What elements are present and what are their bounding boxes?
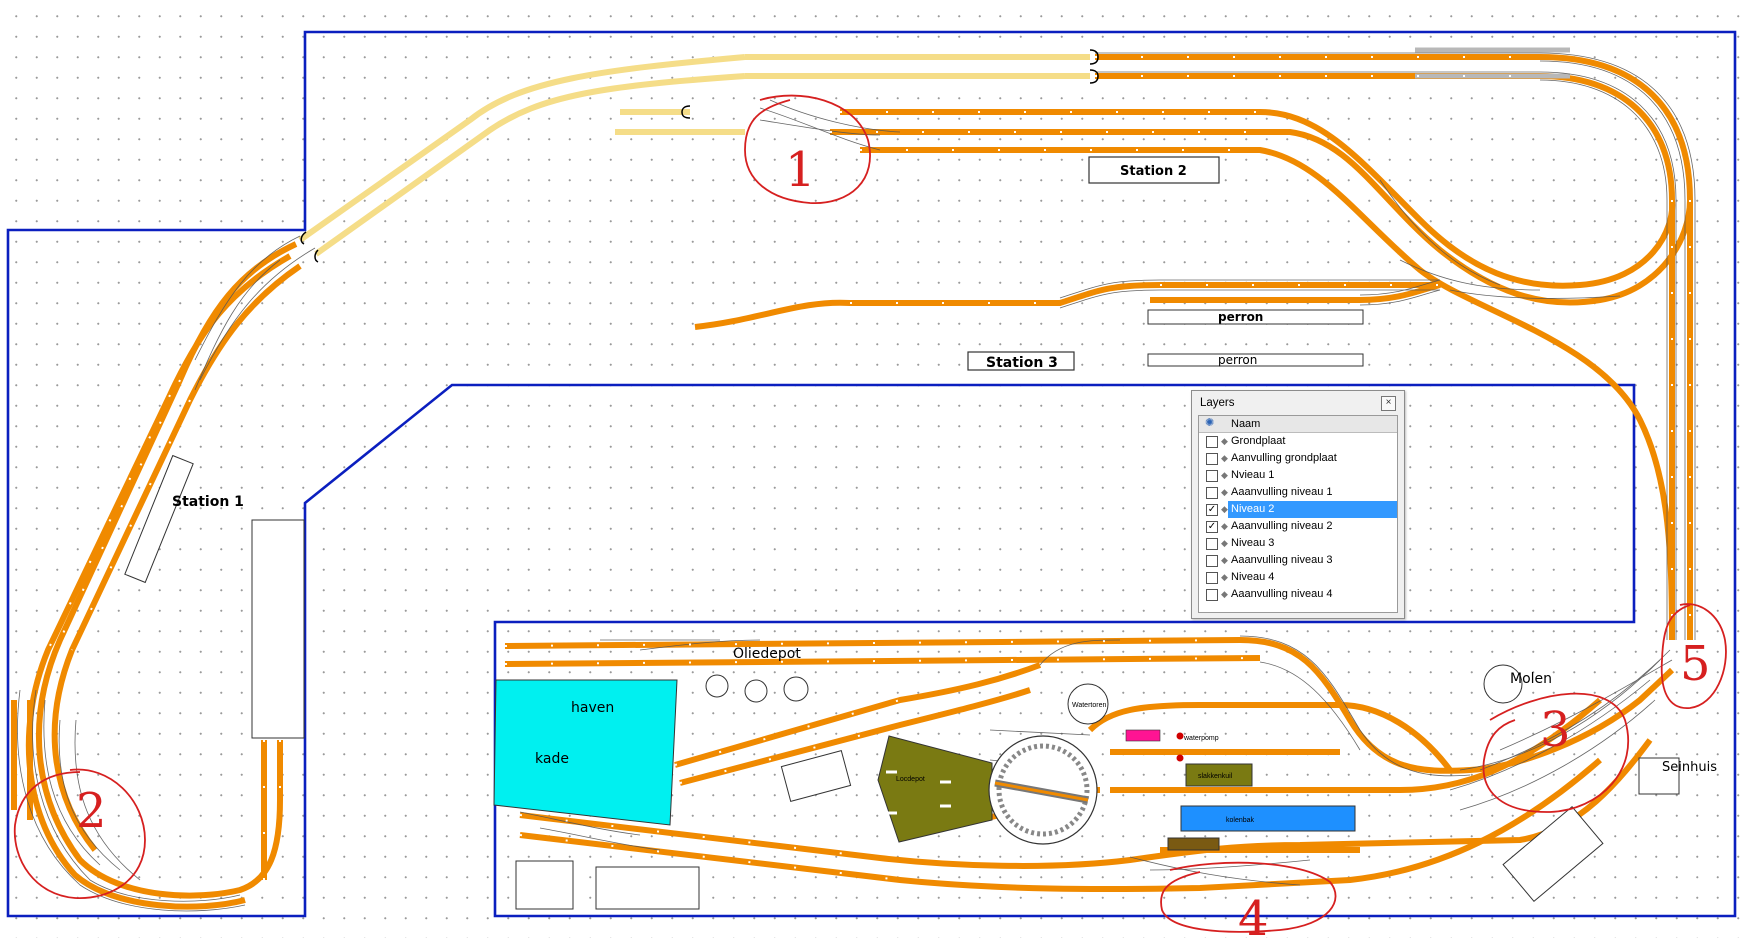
station-1-label: Station 1 [172,494,244,510]
board-outline [6,30,1737,918]
layers-panel[interactable]: Layers × ✺ Naam ◆ Grondplaat ◆ Aanvullin… [1191,390,1405,619]
layers-list[interactable]: ✺ Naam ◆ Grondplaat ◆ Aanvulling grondpl… [1198,415,1398,613]
layer-checkbox[interactable] [1206,589,1218,601]
coal-loader [1167,837,1220,851]
layer-checkbox[interactable] [1206,555,1218,567]
layer-label: Niveau 2 [1228,501,1397,518]
building-bl2 [595,866,700,910]
layer-row-aanvulling-niveau-1[interactable]: ◆ Aaanvulling niveau 1 [1199,484,1397,501]
close-icon[interactable]: × [1381,396,1396,411]
layer-checkbox[interactable] [1206,487,1218,499]
layer-label: Aanvulling grondplaat [1231,452,1337,464]
kolenbak [1180,805,1356,832]
layers-column-header[interactable]: ✺ Naam [1199,416,1397,433]
kade-label: kade [535,751,569,767]
layer-label: Nvieau 1 [1231,469,1275,481]
visibility-icon: ✺ [1205,417,1215,429]
layer-label: Aaanvulling niveau 2 [1231,520,1333,532]
warehouse [780,749,852,803]
layer-checkbox-checked[interactable]: ✓ [1206,504,1218,516]
perron-bottom-label: perron [1218,353,1257,367]
layer-diamond-icon: ◆ [1221,470,1228,480]
layer-label: Aaanvulling niveau 4 [1231,588,1333,600]
haven-label: haven [571,700,614,716]
layer-row-grondplaat[interactable]: ◆ Grondplaat [1199,433,1397,450]
building-bl1 [515,860,574,910]
molen-label: Molen [1510,671,1552,687]
marker-5: 5 [1680,636,1711,692]
layer-label: Niveau 3 [1231,537,1275,549]
layer-row-niveau-4[interactable]: ◆ Niveau 4 [1199,569,1397,586]
station-1-building [251,519,305,739]
layer-diamond-icon: ◆ [1221,487,1228,497]
layer-label: Grondplaat [1231,435,1286,447]
layer-label: Niveau 4 [1231,571,1275,583]
layer-row-aanvulling-niveau-4[interactable]: ◆ Aaanvulling niveau 4 [1199,586,1397,603]
layer-row-aanvulling-grondplaat[interactable]: ◆ Aanvulling grondplaat [1199,450,1397,467]
layer-diamond-icon: ◆ [1221,453,1228,463]
layer-diamond-icon: ◆ [1221,521,1228,531]
layer-label: Aaanvulling niveau 3 [1231,554,1333,566]
slakkenkuil-label: slakkenkuil [1198,773,1233,780]
layer-row-niveau-3[interactable]: ◆ Niveau 3 [1199,535,1397,552]
column-header-naam: Naam [1231,418,1261,430]
layer-checkbox[interactable] [1206,538,1218,550]
marker-4: 4 [1238,891,1269,938]
station-3-label: Station 3 [986,355,1058,371]
oil-tank [783,676,809,702]
layer-row-aanvulling-niveau-2[interactable]: ✓ ◆ Aaanvulling niveau 2 [1199,518,1397,535]
marker-3: 3 [1540,702,1571,758]
red-annotations [13,94,1727,933]
layer-row-niveau-2[interactable]: ✓ ◆ Niveau 2 [1199,501,1397,518]
layer-diamond-icon: ◆ [1221,555,1228,565]
marker-1: 1 [785,142,816,198]
station-2-label: Station 2 [1120,164,1187,179]
watertoren-label: Watertoren [1072,702,1106,709]
layer-checkbox[interactable] [1206,436,1218,448]
layer-row-aanvulling-niveau-3[interactable]: ◆ Aaanvulling niveau 3 [1199,552,1397,569]
layer-checkbox[interactable] [1206,453,1218,465]
layer-row-nvieau-1[interactable]: ◆ Nvieau 1 [1199,467,1397,484]
kolenbak-label: kolenbak [1226,817,1255,824]
layers-panel-title: Layers [1200,397,1235,409]
layer-diamond-icon: ◆ [1221,572,1228,582]
layer-label: Aaanvulling niveau 1 [1231,486,1333,498]
oil-tank [744,679,768,703]
locdepot-label: Locdepot [896,776,925,783]
waterpomp-label: waterpomp [1183,735,1219,742]
oliedepot-label: Oliedepot [733,646,801,662]
track-layer [11,47,1696,912]
locdepot [877,735,993,843]
track-plan-canvas[interactable]: Station 1 Station 2 Station 3 perron per… [0,0,1740,938]
track-joints [47,56,1691,881]
marker-2: 2 [76,783,107,839]
layer-checkbox-checked[interactable]: ✓ [1206,521,1218,533]
seinhuis-label: Seinhuis [1662,760,1717,775]
orange-tracks [11,54,1693,910]
oil-tank [705,674,729,698]
layer-diamond-icon: ◆ [1221,538,1228,548]
perron-top-label: perron [1218,310,1263,324]
layer-checkbox[interactable] [1206,572,1218,584]
layer-diamond-icon: ◆ [1221,589,1228,599]
pink-marker [1125,729,1161,742]
layer-diamond-icon: ◆ [1221,436,1228,446]
rail-outlines [17,52,1696,912]
yellow-tracks [298,54,1090,257]
layer-checkbox[interactable] [1206,470,1218,482]
layer-diamond-icon: ◆ [1221,504,1228,514]
